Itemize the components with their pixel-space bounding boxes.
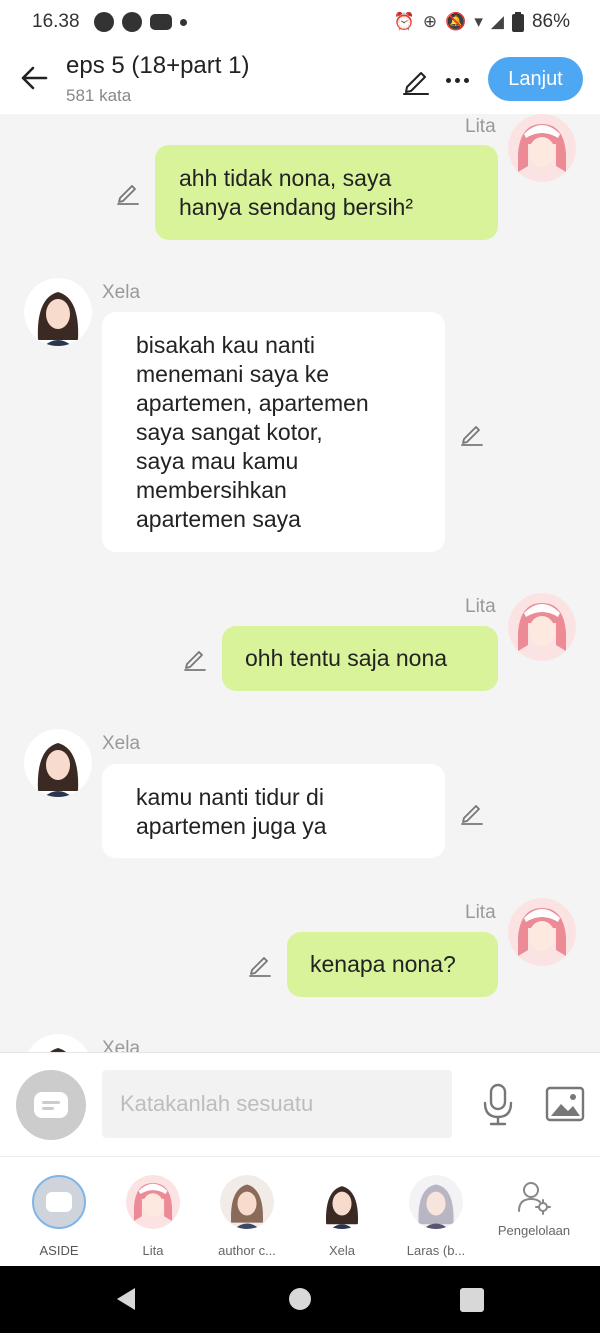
avatar	[126, 1175, 180, 1229]
character-bar: ASIDE Lita author c... Xela Laras (b... …	[0, 1156, 600, 1266]
character-label: Pengelolaan	[497, 1223, 571, 1238]
aside-toggle-button[interactable]	[16, 1070, 86, 1140]
notification-dot-icon	[179, 18, 187, 26]
word-count: 581 kata	[66, 86, 132, 105]
nav-home-icon[interactable]	[289, 1288, 311, 1310]
nav-recents-icon[interactable]	[460, 1288, 484, 1312]
avatar-lita	[508, 593, 576, 661]
battery-icon	[511, 12, 524, 32]
chat-area[interactable]: Lita ahh tidak nona, saya hanya sendang …	[0, 114, 600, 1052]
aside-avatar	[32, 1175, 86, 1229]
avatar-xela	[24, 729, 92, 797]
wifi-icon: ▾	[474, 12, 483, 31]
edit-message-pencil-icon[interactable]	[458, 798, 486, 826]
message-bubble: kenapa nona?	[287, 932, 498, 997]
avatar-xela	[24, 1034, 92, 1052]
battery-level: 86%	[531, 11, 570, 32]
aside-icon	[34, 1092, 68, 1118]
mute-icon: 🔕	[445, 12, 467, 31]
edit-message-pencil-icon[interactable]	[181, 644, 209, 672]
edit-pencil-icon[interactable]	[400, 64, 432, 96]
avatar-lita	[508, 114, 576, 182]
system-nav-bar	[0, 1266, 600, 1333]
speaker-name: Lita	[465, 116, 496, 137]
next-button[interactable]: Lanjut	[488, 57, 583, 101]
avatar	[409, 1175, 463, 1229]
edit-message-pencil-icon[interactable]	[246, 950, 274, 978]
message-bubble: bisakah kau nanti menemani saya ke apart…	[102, 312, 445, 552]
character-author[interactable]: author c...	[207, 1175, 287, 1258]
avatar-lita	[508, 898, 576, 966]
message-bubble: ahh tidak nona, saya hanya sendang bersi…	[155, 145, 498, 240]
character-lita[interactable]: Lita	[113, 1175, 193, 1258]
avatar	[315, 1175, 369, 1229]
message-bubble: kamu nanti tidur di apartemen juga ya	[102, 764, 445, 858]
signal-icon: ◢	[490, 12, 504, 31]
more-options-icon[interactable]	[442, 64, 472, 96]
speaker-name: Lita	[465, 902, 496, 923]
character-laras[interactable]: Laras (b...	[396, 1175, 476, 1258]
character-label: ASIDE	[39, 1243, 79, 1258]
avatar	[220, 1175, 274, 1229]
youtube-icon	[149, 14, 172, 30]
character-aside[interactable]: ASIDE	[19, 1175, 99, 1258]
character-label: Xela	[328, 1243, 356, 1258]
status-time: 16.38	[32, 11, 80, 32]
microphone-icon[interactable]	[480, 1083, 516, 1127]
speaker-name: Xela	[102, 733, 141, 754]
speaker-name: Xela	[102, 282, 141, 303]
speaker-name: Lita	[465, 596, 496, 617]
character-xela[interactable]: Xela	[302, 1175, 382, 1258]
edit-message-pencil-icon[interactable]	[114, 178, 142, 206]
input-bar	[0, 1052, 600, 1156]
nav-back-icon[interactable]	[113, 1286, 139, 1312]
image-upload-icon[interactable]	[545, 1086, 585, 1122]
data-saver-icon: ⊕	[422, 12, 438, 31]
character-label: author c...	[218, 1243, 276, 1258]
manage-users-icon	[518, 1182, 551, 1215]
page-title: eps 5 (18+part 1)	[66, 52, 250, 79]
message-input[interactable]	[102, 1070, 452, 1138]
title-block: eps 5 (18+part 1) 581 kata	[66, 52, 249, 106]
character-label: Laras (b...	[406, 1243, 466, 1258]
alarm-icon: ⏰	[393, 12, 415, 31]
compass-icon	[121, 12, 142, 32]
status-bar: 16.38 ⏰ ⊕ 🔕 ▾ ◢ 86%	[0, 0, 600, 44]
manage-characters-button[interactable]: Pengelolaan	[492, 1175, 576, 1238]
character-label: Lita	[142, 1243, 164, 1258]
header: eps 5 (18+part 1) 581 kata Lanjut	[0, 44, 600, 114]
avatar-xela	[24, 278, 92, 346]
speaker-name: Xela	[102, 1038, 141, 1052]
back-arrow-icon[interactable]	[18, 62, 50, 94]
edit-message-pencil-icon[interactable]	[458, 419, 486, 447]
message-icon	[93, 12, 114, 32]
message-bubble: ohh tentu saja nona	[222, 626, 498, 691]
